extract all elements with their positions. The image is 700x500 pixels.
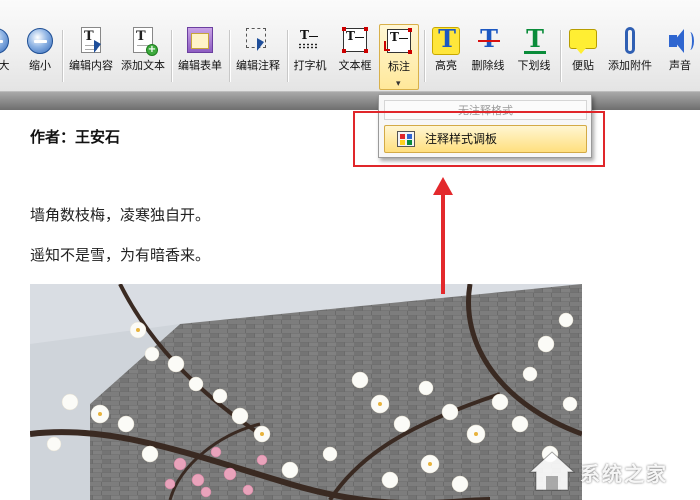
toolbar-bottom-bar xyxy=(0,92,700,110)
underline-label: 下划线 xyxy=(517,59,551,72)
textbox-button[interactable]: T 文本框 xyxy=(334,26,376,82)
sound-button[interactable]: 声音 xyxy=(662,26,698,82)
edit-content-icon: T xyxy=(76,26,106,56)
highlight-label: 高亮 xyxy=(435,59,457,72)
author-line: 作者：王安石 xyxy=(30,128,121,146)
sound-label: 声音 xyxy=(669,59,691,72)
underline-button[interactable]: T 下划线 xyxy=(512,26,556,82)
highlight-frame xyxy=(353,111,605,167)
edit-content-label: 编辑内容 xyxy=(69,59,113,72)
sound-icon xyxy=(665,26,695,56)
zoom-in-label: 大 xyxy=(0,59,10,72)
add-text-button[interactable]: T + 添加文本 xyxy=(118,26,168,82)
highlight-icon: T xyxy=(431,26,461,56)
photo-illustration xyxy=(30,284,582,500)
toolbar-separator xyxy=(287,30,288,82)
strikethrough-icon: T xyxy=(473,26,503,56)
textbox-label: 文本框 xyxy=(338,59,372,72)
toolbar-separator xyxy=(229,30,230,82)
edit-form-label: 编辑表单 xyxy=(178,59,222,72)
add-text-label: 添加文本 xyxy=(121,59,165,72)
attachment-button[interactable]: 添加附件 xyxy=(604,26,656,82)
toolbar: 大 缩小 T 编辑内容 T + 添加文本 编辑表单 编辑注释 T 打字机 T 文… xyxy=(0,0,700,92)
underline-icon: T xyxy=(519,26,549,56)
zoom-out-label: 缩小 xyxy=(29,59,51,72)
strikethrough-label: 删除线 xyxy=(471,59,505,72)
toolbar-separator xyxy=(171,30,172,82)
house-logo-icon xyxy=(528,451,576,491)
toolbar-separator xyxy=(560,30,561,82)
zoom-in-button[interactable]: 大 xyxy=(0,26,16,82)
add-text-icon: T + xyxy=(128,26,158,56)
textbox-icon: T xyxy=(340,26,370,56)
edit-form-icon xyxy=(185,26,215,56)
sticky-note-icon xyxy=(568,26,598,56)
callout-icon: T xyxy=(384,27,414,57)
zoom-out-button[interactable]: 缩小 xyxy=(24,26,56,82)
highlight-button[interactable]: T 高亮 xyxy=(428,26,464,82)
edit-content-button[interactable]: T 编辑内容 xyxy=(66,26,116,82)
edit-annotation-button[interactable]: 编辑注释 xyxy=(232,26,284,82)
document-page: 作者：王安石 墙角数枝梅，凌寒独自开。 遥知不是雪，为有暗香来。 xyxy=(0,110,700,500)
watermark-text: 系统之家 xyxy=(580,462,668,486)
typewriter-label: 打字机 xyxy=(293,59,327,72)
zoom-in-icon xyxy=(0,26,19,56)
plum-blossom-photo xyxy=(30,284,582,500)
edit-annotation-label: 编辑注释 xyxy=(236,59,280,72)
poem-line-2: 遥知不是雪，为有暗香来。 xyxy=(30,246,211,264)
pointer-arrow-shaft xyxy=(441,192,445,294)
strikethrough-button[interactable]: T 删除线 xyxy=(466,26,510,82)
poem-line-1: 墙角数枝梅，凌寒独自开。 xyxy=(30,206,211,224)
edit-form-button[interactable]: 编辑表单 xyxy=(175,26,225,82)
edit-annotation-icon xyxy=(243,26,273,56)
callout-label: 标注 xyxy=(388,60,410,73)
sticky-note-label: 便贴 xyxy=(572,59,594,72)
typewriter-button[interactable]: T 打字机 xyxy=(290,26,330,82)
callout-dropdown-arrow-icon: ▾ xyxy=(396,79,401,89)
toolbar-separator xyxy=(62,30,63,82)
watermark: 系统之家 xyxy=(524,446,694,496)
callout-button[interactable]: T 标注 ▾ xyxy=(379,24,419,90)
attachment-label: 添加附件 xyxy=(608,59,652,72)
typewriter-icon: T xyxy=(295,26,325,56)
toolbar-separator xyxy=(424,30,425,82)
zoom-out-icon xyxy=(25,26,55,56)
sticky-note-button[interactable]: 便贴 xyxy=(564,26,602,82)
attachment-icon xyxy=(615,26,645,56)
